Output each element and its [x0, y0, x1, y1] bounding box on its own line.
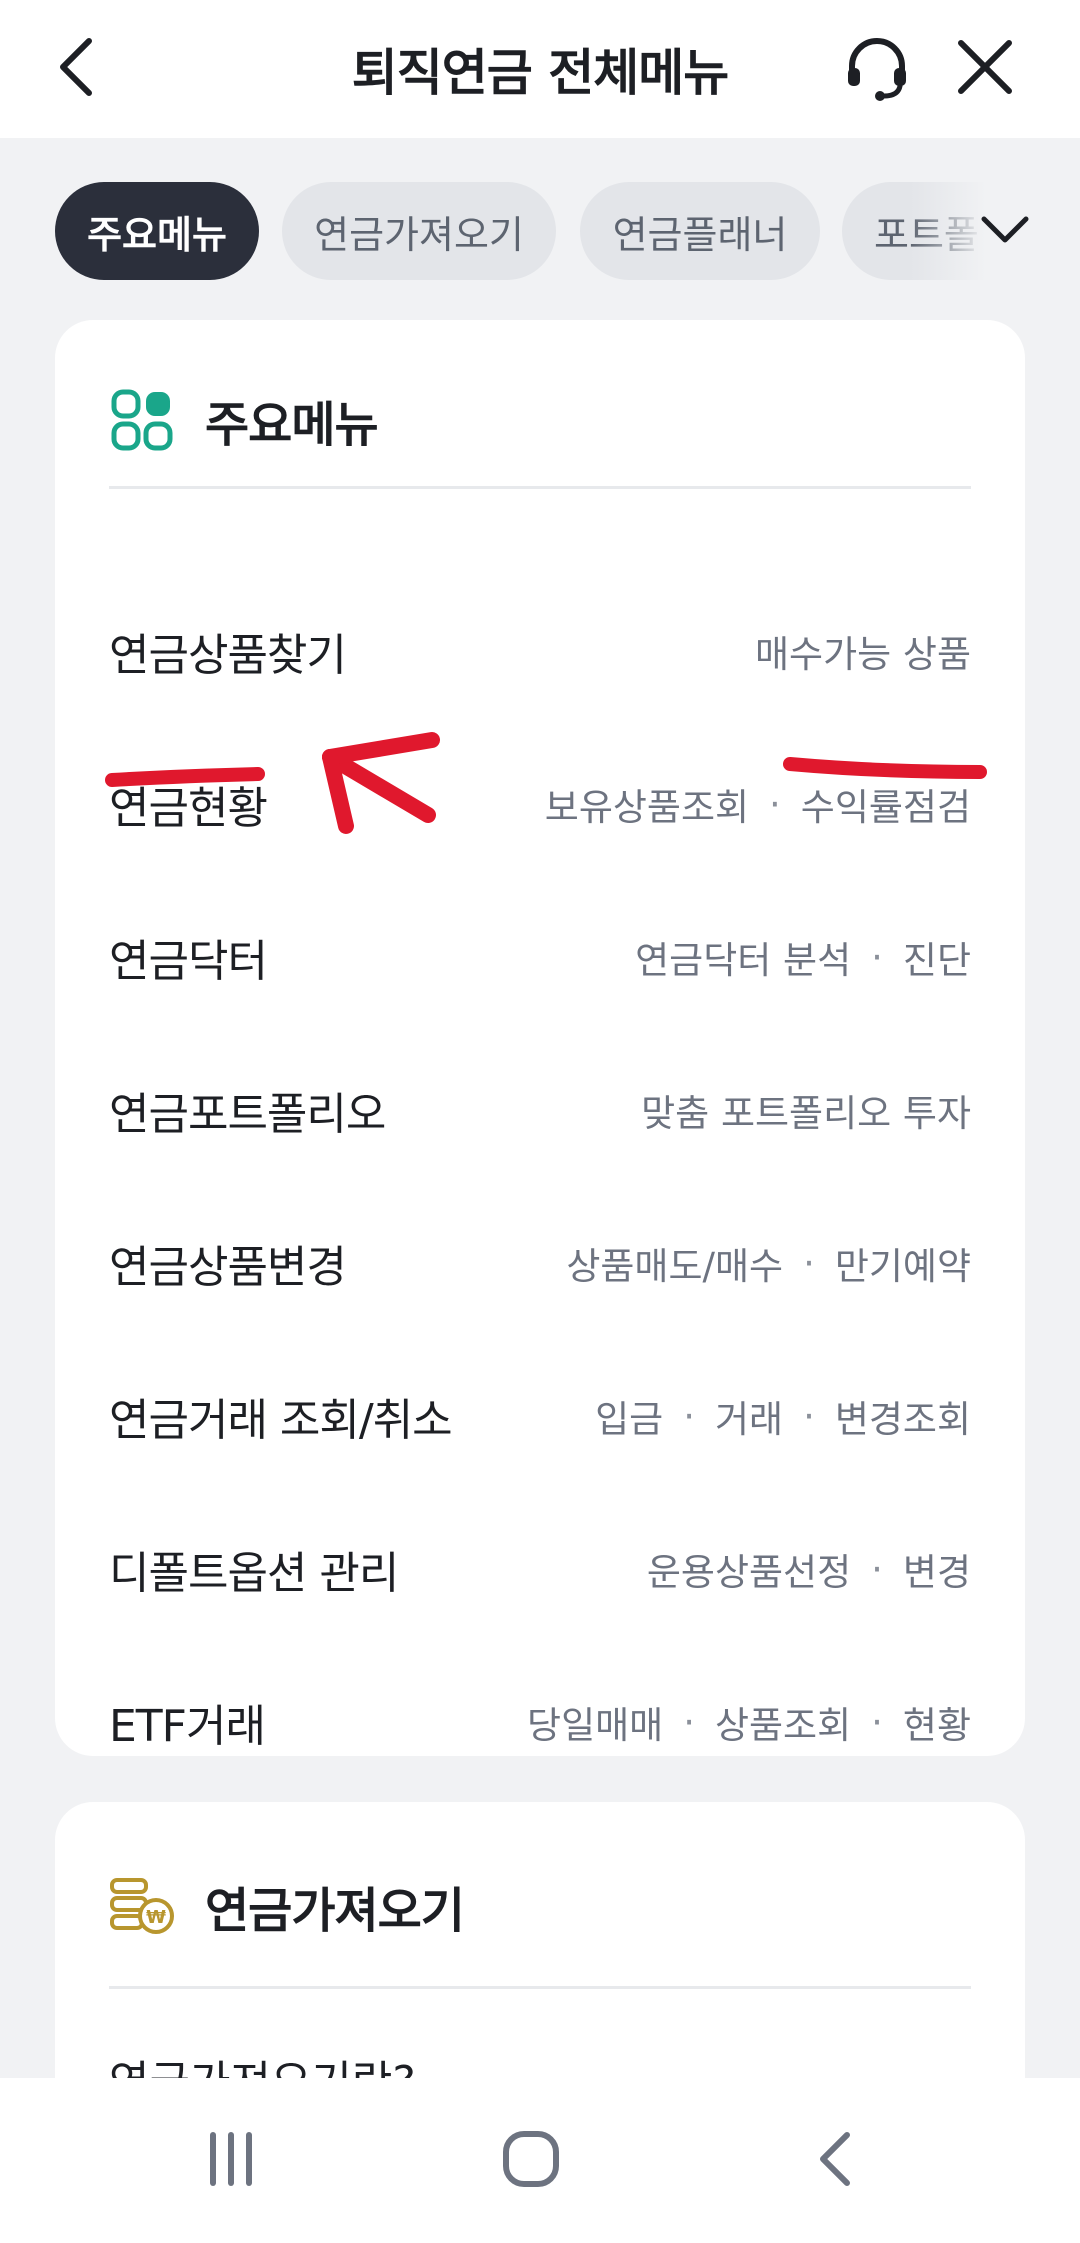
chevron-down-icon [980, 213, 1030, 249]
recent-apps-button[interactable] [156, 2098, 306, 2223]
menu-row-pension-status[interactable]: 연금현황 보유상품조회 · 수익률점검 [109, 739, 971, 869]
menu-sub: 상품매도/매수 · 만기예약 [566, 1236, 971, 1290]
menu-sub-item[interactable]: 상품매도/매수 [566, 1236, 783, 1290]
tab-pension-transfer[interactable]: 연금가져오기 [282, 182, 556, 280]
menu-label: 연금현황 [109, 783, 268, 834]
separator-dot: · [683, 1394, 695, 1438]
menu-sub-item[interactable]: 만기예약 [835, 1236, 971, 1290]
menu-row-product-search[interactable]: 연금상품찾기 매수가능 상품 [109, 586, 971, 716]
separator-dot: · [683, 1700, 695, 1744]
menu-sub: 당일매매 · 상품조회 · 현황 [527, 1695, 971, 1749]
menu-sub: 맞춤 포트폴리오 투자 [641, 1083, 971, 1137]
menu-row-product-change[interactable]: 연금상품변경 상품매도/매수 · 만기예약 [109, 1198, 971, 1328]
separator-dot: · [803, 1394, 815, 1438]
headset-icon [842, 32, 912, 106]
menu-row-pension-portfolio[interactable]: 연금포트폴리오 맞춤 포트폴리오 투자 [109, 1045, 971, 1175]
menu-sub-item[interactable]: 변경 [903, 1542, 971, 1596]
menu-sub: 운용상품선정 · 변경 [647, 1542, 971, 1596]
menu-sub: 입금 · 거래 · 변경조회 [595, 1389, 971, 1443]
menu-sub-item[interactable]: 입금 [595, 1389, 663, 1443]
menu-sub-item[interactable]: 연금닥터 분석 [635, 930, 851, 984]
customer-support-button[interactable] [832, 24, 922, 114]
back-icon [813, 2129, 857, 2193]
menu-row-etf-trading[interactable]: ETF거래 당일매매 · 상품조회 · 현황 [109, 1657, 971, 1787]
card-title: 주요메뉴 [205, 397, 379, 453]
menu-row-default-option[interactable]: 디폴트옵션 관리 운용상품선정 · 변경 [109, 1504, 971, 1634]
grid-icon [109, 387, 175, 453]
back-button[interactable] [32, 24, 122, 114]
separator-dot: · [871, 1700, 883, 1744]
separator-dot: · [871, 935, 883, 979]
menu-sub-item[interactable]: 진단 [903, 930, 971, 984]
menu-sub-item[interactable]: 수익률점검 [801, 777, 971, 831]
menu-label: 디폴트옵션 관리 [109, 1548, 399, 1599]
menu-sub-item[interactable]: 맞춤 포트폴리오 투자 [641, 1083, 971, 1137]
menu-sub-item[interactable]: 상품조회 [715, 1695, 851, 1749]
app-screen: 퇴직연금 전체메뉴 주요메뉴 연금가져오기 연금플래너 포트폴 [0, 0, 1080, 2243]
home-button[interactable] [456, 2098, 606, 2223]
chevron-left-icon [55, 35, 99, 103]
menu-sub-item[interactable]: 매수가능 상품 [755, 624, 971, 678]
separator-dot: · [871, 1547, 883, 1591]
close-button[interactable] [940, 24, 1030, 114]
menu-sub-item[interactable]: 운용상품선정 [647, 1542, 851, 1596]
menu-sub-item[interactable]: 당일매매 [527, 1695, 663, 1749]
menu-sub-item[interactable]: 거래 [715, 1389, 783, 1443]
separator-dot: · [803, 1241, 815, 1285]
menu-row-pension-doctor[interactable]: 연금닥터 연금닥터 분석 · 진단 [109, 892, 971, 1022]
menu-label: ETF거래 [109, 1701, 266, 1752]
divider [109, 1986, 971, 1989]
menu-sub-item[interactable]: 보유상품조회 [545, 777, 749, 831]
menu-sub-item[interactable]: 현황 [903, 1695, 971, 1749]
svg-text:₩: ₩ [146, 1907, 166, 1928]
system-nav-bar [0, 2078, 1080, 2243]
card-title: 연금가져오기 [205, 1883, 465, 1939]
tab-main-menu[interactable]: 주요메뉴 [55, 182, 259, 280]
menu-label: 연금상품변경 [109, 1242, 347, 1293]
menu-sub: 보유상품조회 · 수익률점검 [545, 777, 971, 831]
coin-stack-icon: ₩ [109, 1873, 175, 1939]
close-icon [955, 37, 1015, 101]
card-header: ₩ 연금가져오기 [109, 1846, 465, 1966]
tabs-expand-button[interactable] [960, 186, 1050, 276]
system-back-button[interactable] [760, 2098, 910, 2223]
menu-label: 연금닥터 [109, 936, 268, 987]
separator-dot: · [769, 782, 781, 826]
menu-label: 연금포트폴리오 [109, 1089, 386, 1140]
tab-pension-planner[interactable]: 연금플래너 [580, 182, 820, 280]
header-bar: 퇴직연금 전체메뉴 [0, 0, 1080, 138]
menu-row-transaction-inquiry[interactable]: 연금거래 조회/취소 입금 · 거래 · 변경조회 [109, 1351, 971, 1481]
menu-sub: 매수가능 상품 [755, 624, 971, 678]
menu-label: 연금거래 조회/취소 [109, 1395, 453, 1446]
main-menu-card: 주요메뉴 연금상품찾기 매수가능 상품 연금현황 보유상품조회 · 수익률점검 … [55, 320, 1025, 1756]
menu-label: 연금상품찾기 [109, 630, 347, 681]
home-icon [501, 2129, 561, 2193]
recent-apps-icon [203, 2131, 259, 2191]
menu-sub: 연금닥터 분석 · 진단 [635, 930, 971, 984]
divider [109, 486, 971, 489]
menu-sub-item[interactable]: 변경조회 [835, 1389, 971, 1443]
card-header: 주요메뉴 [109, 360, 379, 480]
